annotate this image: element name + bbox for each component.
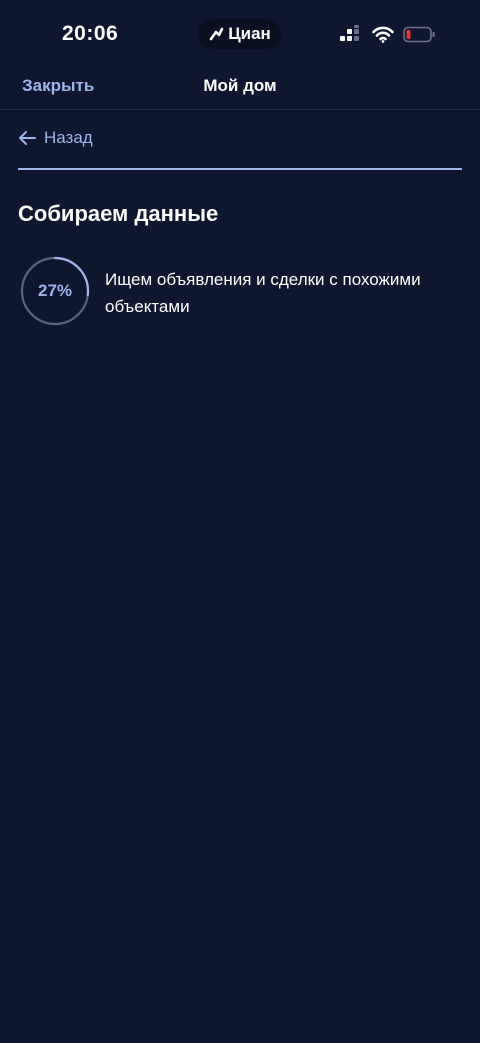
section-title: Собираем данные	[18, 201, 219, 226]
cian-logo-icon	[209, 27, 224, 41]
dynamic-island[interactable]: Циан	[198, 19, 281, 49]
island-label: Циан	[228, 24, 271, 43]
cellular-signal-icon	[340, 25, 359, 41]
status-icons	[339, 25, 436, 43]
page-title: Мой дом	[203, 76, 277, 95]
progress-percent: 27%	[37, 281, 73, 300]
status-bar: 20:06 Циан	[0, 0, 480, 70]
arrow-left-icon	[19, 131, 36, 145]
loading-step: 27% Ищем объявления и сделки с похожими …	[20, 256, 460, 326]
step-description: Ищем объявления и сделки с похожими объе…	[105, 270, 421, 316]
wifi-icon	[372, 26, 394, 43]
progress-divider	[18, 168, 462, 170]
status-time: 20:06	[62, 22, 119, 45]
navigation-bar: Закрыть Мой дом	[0, 70, 480, 110]
back-button[interactable]: Назад	[18, 128, 93, 148]
back-label: Назад	[44, 128, 93, 147]
battery-icon	[403, 26, 435, 42]
